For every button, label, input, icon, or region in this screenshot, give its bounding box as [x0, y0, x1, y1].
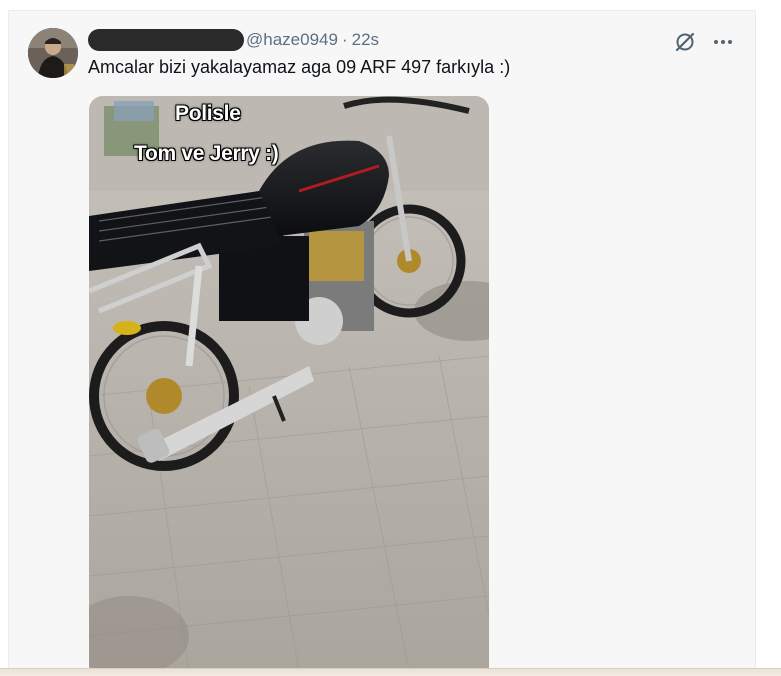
- motorcycle-photo: [89, 96, 489, 671]
- separator-dot: ·: [341, 30, 348, 49]
- timestamp[interactable]: 22s: [352, 30, 379, 50]
- redacted-display-name: [88, 29, 244, 51]
- media-overlay-line2: Tom ve Jerry :): [134, 142, 279, 165]
- tweet-actions: [673, 30, 735, 54]
- tweet-text: Amcalar bizi yakalayamaz aga 09 ARF 497 …: [88, 57, 511, 77]
- grok-icon[interactable]: [673, 30, 697, 54]
- media-overlay-line1: Polisle: [175, 102, 241, 125]
- tweet-header: @haze0949 · 22s: [88, 28, 751, 52]
- avatar-image: [28, 28, 78, 78]
- avatar[interactable]: [28, 28, 78, 78]
- tweet-media[interactable]: Polisle Tom ve Jerry :): [89, 96, 489, 671]
- user-handle[interactable]: @haze0949: [246, 30, 338, 50]
- more-icon[interactable]: [711, 30, 735, 54]
